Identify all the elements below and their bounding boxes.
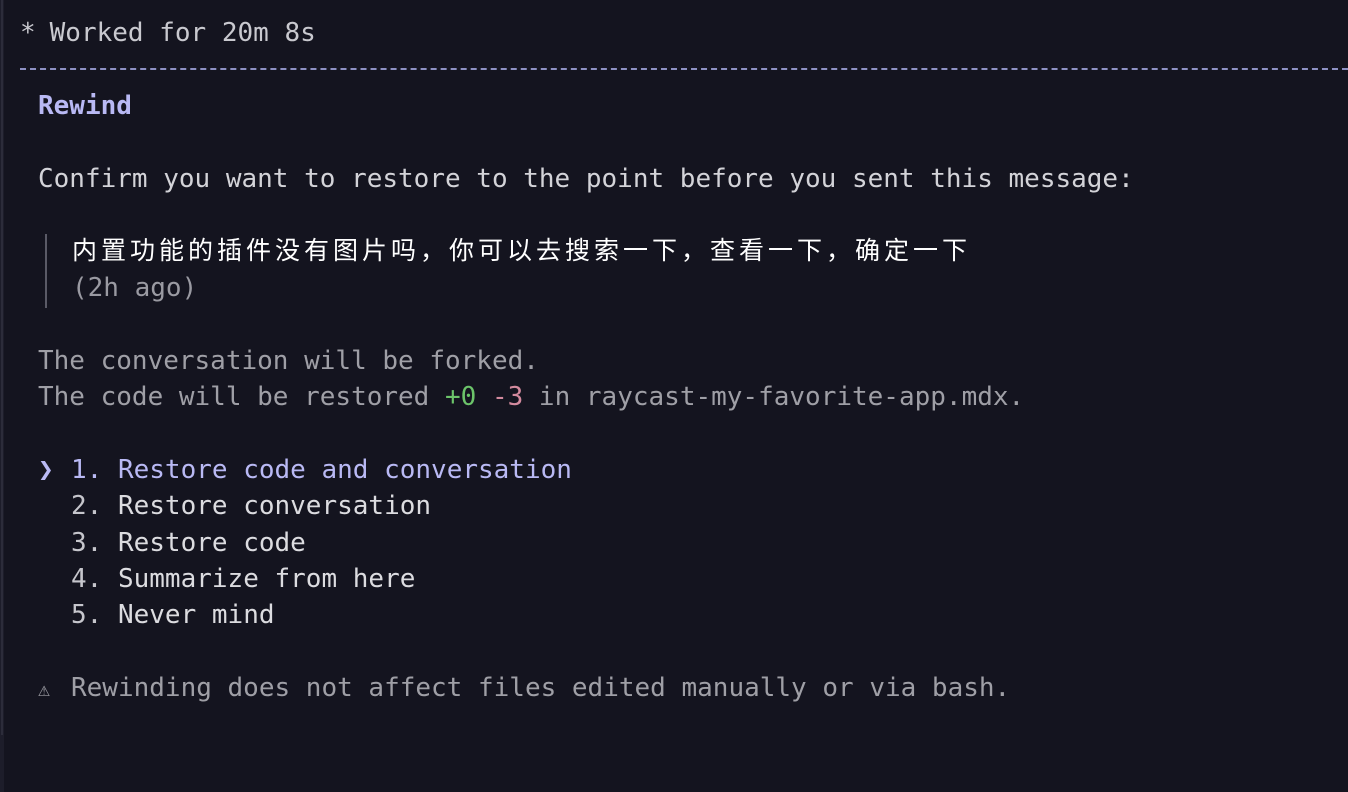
option-never-mind[interactable]: 5. Never mind [38, 598, 275, 632]
asterisk-icon: * [20, 18, 36, 48]
confirm-prompt: Confirm you want to restore to the point… [38, 164, 1134, 194]
warning-text: Rewinding does not affect files edited m… [71, 673, 1011, 703]
lines-removed: -3 [491, 382, 524, 412]
dashed-divider [20, 68, 1348, 70]
code-note-suffix: in raycast-my-favorite-app.mdx. [523, 382, 1025, 412]
option-number: 4. [71, 564, 103, 594]
option-label: Restore conversation [117, 491, 432, 521]
option-number: 1. [71, 455, 103, 485]
quoted-message: 内置功能的插件没有图片吗，你可以去搜索一下，查看一下，确定一下 [72, 236, 972, 265]
quoted-message-time: (2h ago) [72, 273, 198, 303]
warning-note: ⚠ Rewinding does not affect files edited … [38, 671, 1010, 706]
option-number: 5. [71, 600, 103, 630]
option-number: 2. [71, 491, 103, 521]
status-text: Worked for 20m 8s [49, 18, 316, 48]
option-label: Summarize from here [117, 564, 416, 594]
option-label: Restore code [117, 528, 306, 558]
window-left-edge [0, 0, 4, 792]
option-restore-code[interactable]: 3. Restore code [38, 526, 306, 560]
code-restore-note: The code will be restored +0 -3 in rayca… [38, 380, 1024, 414]
option-label: Never mind [117, 600, 275, 630]
warning-icon: ⚠ [38, 677, 51, 701]
option-number: 3. [71, 528, 103, 558]
status-line: * Worked for 20m 8s [20, 16, 316, 50]
option-restore-code-and-conversation[interactable]: ❯ 1. Restore code and conversation [38, 453, 572, 487]
code-note-prefix: The code will be restored [38, 382, 445, 412]
dialog-title: Rewind [38, 91, 132, 121]
lines-added: +0 [445, 382, 477, 412]
fork-note: The conversation will be forked. [38, 346, 539, 376]
option-restore-conversation[interactable]: 2. Restore conversation [38, 489, 431, 523]
option-summarize-from-here[interactable]: 4. Summarize from here [38, 562, 415, 596]
quote-bar [45, 234, 47, 308]
selection-cursor-icon: ❯ [38, 455, 54, 485]
option-label: Restore code and conversation [117, 455, 572, 485]
